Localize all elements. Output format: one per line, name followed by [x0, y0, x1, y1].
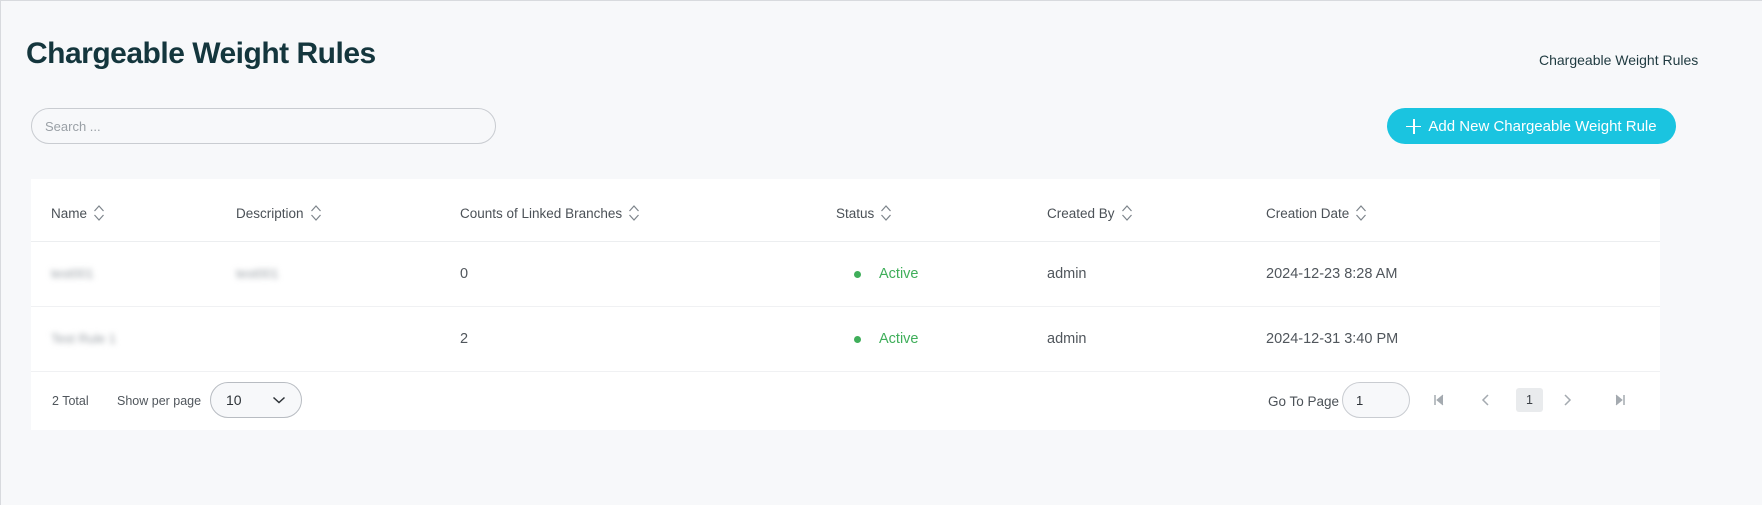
- status-badge: Active: [879, 266, 919, 282]
- last-page-icon[interactable]: [1611, 391, 1629, 409]
- goto-page-label: Go To Page: [1268, 394, 1340, 409]
- column-label: Creation Date: [1266, 205, 1350, 221]
- cell-name: Test Rule 1: [51, 331, 117, 346]
- sort-icon[interactable]: [310, 203, 322, 223]
- column-header-status[interactable]: Status: [836, 203, 892, 223]
- column-header-description[interactable]: Description: [236, 203, 322, 223]
- total-count: 2 Total: [52, 394, 89, 408]
- rules-table: Name Description Counts of Linked Branch…: [31, 179, 1660, 430]
- cell-created-by: admin: [1047, 266, 1087, 282]
- column-header-name[interactable]: Name: [51, 203, 105, 223]
- first-page-icon[interactable]: [1430, 391, 1448, 409]
- table-row[interactable]: test001 test001 0 Active admin 2024-12-2…: [31, 242, 1660, 307]
- cell-created-by: admin: [1047, 331, 1087, 347]
- add-rule-label: Add New Chargeable Weight Rule: [1428, 117, 1657, 135]
- column-label: Counts of Linked Branches: [460, 205, 623, 221]
- breadcrumb[interactable]: Chargeable Weight Rules: [1539, 52, 1698, 68]
- cell-name: test001: [51, 266, 94, 281]
- sort-icon[interactable]: [880, 203, 892, 223]
- cell-description: test001: [236, 266, 279, 281]
- sort-icon[interactable]: [1121, 203, 1133, 223]
- column-header-creation-date[interactable]: Creation Date: [1266, 203, 1367, 223]
- pagination-bar: 2 Total Show per page 10 Go To Page 1: [31, 372, 1660, 430]
- chevron-down-icon: [272, 392, 286, 408]
- sort-icon[interactable]: [93, 203, 105, 223]
- per-page-label: Show per page: [117, 394, 202, 408]
- cell-creation-date: 2024-12-31 3:40 PM: [1266, 331, 1399, 347]
- table-row[interactable]: Test Rule 1 2 Active admin 2024-12-31 3:…: [31, 307, 1660, 372]
- status-dot-icon: [854, 335, 861, 343]
- table-header: Name Description Counts of Linked Branch…: [31, 179, 1660, 242]
- sort-icon[interactable]: [628, 203, 640, 223]
- sort-icon[interactable]: [1355, 203, 1367, 223]
- per-page-select[interactable]: 10: [210, 382, 302, 418]
- page-title: Chargeable Weight Rules: [26, 37, 376, 70]
- next-page-icon[interactable]: [1558, 391, 1576, 409]
- current-page[interactable]: 1: [1516, 388, 1543, 412]
- goto-page-input[interactable]: [1342, 382, 1410, 418]
- cell-creation-date: 2024-12-23 8:28 AM: [1266, 266, 1398, 282]
- search-input[interactable]: [31, 108, 496, 144]
- column-label: Name: [51, 205, 88, 221]
- per-page-value: 10: [226, 392, 242, 408]
- prev-page-icon[interactable]: [1477, 391, 1495, 409]
- cell-status: Active: [854, 266, 919, 282]
- cell-linked-branches: 0: [460, 266, 469, 282]
- column-label: Status: [836, 205, 875, 221]
- plus-icon: [1406, 118, 1422, 134]
- cell-linked-branches: 2: [460, 331, 469, 347]
- column-header-created-by[interactable]: Created By: [1047, 203, 1133, 223]
- column-header-linked-branches[interactable]: Counts of Linked Branches: [460, 203, 640, 223]
- status-dot-icon: [854, 270, 861, 278]
- cell-status: Active: [854, 331, 919, 347]
- status-badge: Active: [879, 331, 919, 347]
- column-label: Description: [236, 205, 304, 221]
- column-label: Created By: [1047, 205, 1115, 221]
- add-rule-button[interactable]: Add New Chargeable Weight Rule: [1387, 108, 1676, 144]
